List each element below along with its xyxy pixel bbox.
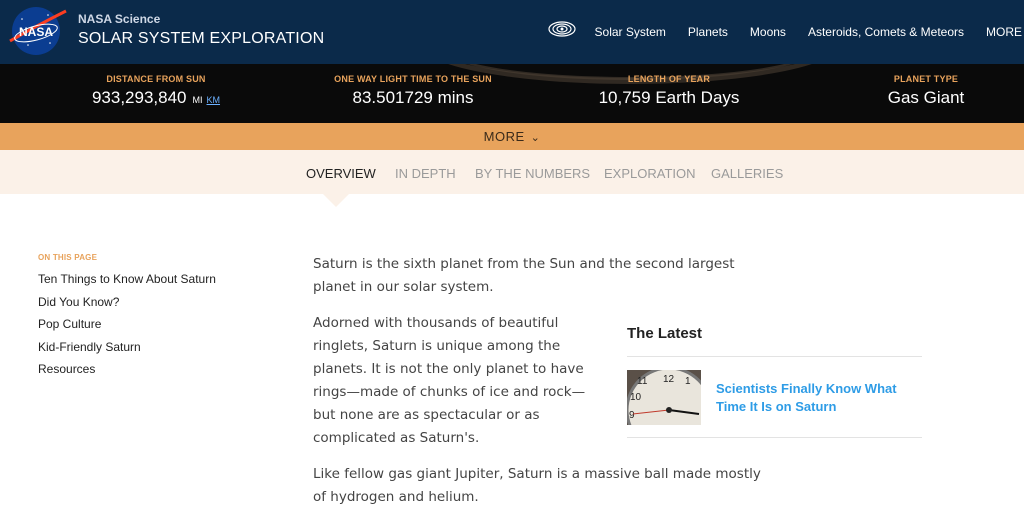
section-tabs: OVERVIEW IN DEPTH BY THE NUMBERS EXPLORA… xyxy=(0,150,1024,194)
article-paragraph: Saturn is the sixth planet from the Sun … xyxy=(313,256,735,295)
chevron-down-icon: ⌄ xyxy=(530,132,541,144)
stat-type: PLANET TYPE Gas Giant xyxy=(872,74,980,108)
main-nav: Solar System Planets Moons Asteroids, Co… xyxy=(547,0,1024,64)
stat-label: PLANET TYPE xyxy=(893,74,959,84)
planet-stats: DISTANCE FROM SUN 933,293,840 MI KM ONE WA… xyxy=(0,64,1024,123)
on-this-page-heading: ON THIS PAGE xyxy=(38,253,98,262)
stat-label: DISTANCE FROM SUN xyxy=(106,74,206,84)
article-paragraph: Like fellow gas giant Jupiter, Saturn is… xyxy=(313,466,761,505)
svg-text:1: 1 xyxy=(685,376,691,387)
nav-more[interactable]: MORE xyxy=(986,25,1022,39)
divider xyxy=(627,356,922,357)
tab-exploration[interactable]: EXPLORATION xyxy=(604,166,696,181)
more-stats-bar[interactable]: MORE ⌄ xyxy=(0,123,1024,150)
stat-value: 83.501729 mins xyxy=(352,88,474,107)
on-this-page-list: Ten Things to Know About Saturn Did You … xyxy=(38,272,228,385)
stat-distance: DISTANCE FROM SUN 933,293,840 MI KM xyxy=(80,74,232,108)
stat-label: LENGTH OF YEAR xyxy=(627,74,711,84)
clock-image-icon: 11 12 1 10 9 xyxy=(627,370,701,425)
unit-mi-toggle[interactable]: MI xyxy=(193,95,203,105)
stat-year: LENGTH OF YEAR 10,759 Earth Days xyxy=(580,74,758,108)
stat-value: Gas Giant xyxy=(887,88,965,107)
stat-value: 933,293,840 xyxy=(91,88,187,107)
active-tab-indicator xyxy=(323,194,349,207)
divider xyxy=(627,437,922,438)
unit-km-toggle[interactable]: KM xyxy=(207,95,221,105)
svg-text:11: 11 xyxy=(637,376,648,387)
nav-solar-system[interactable]: Solar System xyxy=(595,25,666,39)
nasa-logo-icon[interactable]: NASA xyxy=(8,5,68,57)
svg-text:10: 10 xyxy=(630,392,642,403)
tab-galleries[interactable]: GALLERIES xyxy=(711,166,783,181)
orbit-icon[interactable] xyxy=(547,18,577,40)
tab-in-depth[interactable]: IN DEPTH xyxy=(395,166,456,181)
more-label: MORE xyxy=(483,129,525,144)
article-paragraph: Adorned with thousands of beautiful ring… xyxy=(313,315,586,446)
svg-text:NASA: NASA xyxy=(19,25,53,39)
stat-light-time: ONE WAY LIGHT TIME TO THE SUN 83.501729 … xyxy=(330,74,496,108)
nav-asteroids[interactable]: Asteroids, Comets & Meteors xyxy=(808,25,964,39)
sidebar-item-kid-friendly[interactable]: Kid-Friendly Saturn xyxy=(38,340,228,355)
latest-heading: The Latest xyxy=(627,325,703,342)
latest-thumbnail[interactable]: 11 12 1 10 9 xyxy=(627,370,701,425)
sidebar-item-did-you-know[interactable]: Did You Know? xyxy=(38,295,228,310)
latest-article-link[interactable]: Scientists Finally Know What Time It Is … xyxy=(716,380,916,416)
tab-by-the-numbers[interactable]: BY THE NUMBERS xyxy=(475,166,590,181)
brand-small[interactable]: NASA Science xyxy=(78,12,160,26)
svg-text:9: 9 xyxy=(629,410,635,421)
nav-moons[interactable]: Moons xyxy=(750,25,786,39)
tab-overview[interactable]: OVERVIEW xyxy=(306,166,376,181)
svg-text:12: 12 xyxy=(663,374,675,385)
stat-value: 10,759 Earth Days xyxy=(598,88,740,107)
site-header: NASA NASA Science SOLAR SYSTEM EXPLORATI… xyxy=(0,0,1024,64)
brand-title[interactable]: SOLAR SYSTEM EXPLORATION xyxy=(78,30,324,48)
sidebar-item-ten-things[interactable]: Ten Things to Know About Saturn xyxy=(38,272,228,287)
nav-planets[interactable]: Planets xyxy=(688,25,728,39)
sidebar-item-pop-culture[interactable]: Pop Culture xyxy=(38,317,228,332)
sidebar-item-resources[interactable]: Resources xyxy=(38,362,228,377)
stat-label: ONE WAY LIGHT TIME TO THE SUN xyxy=(334,74,492,84)
